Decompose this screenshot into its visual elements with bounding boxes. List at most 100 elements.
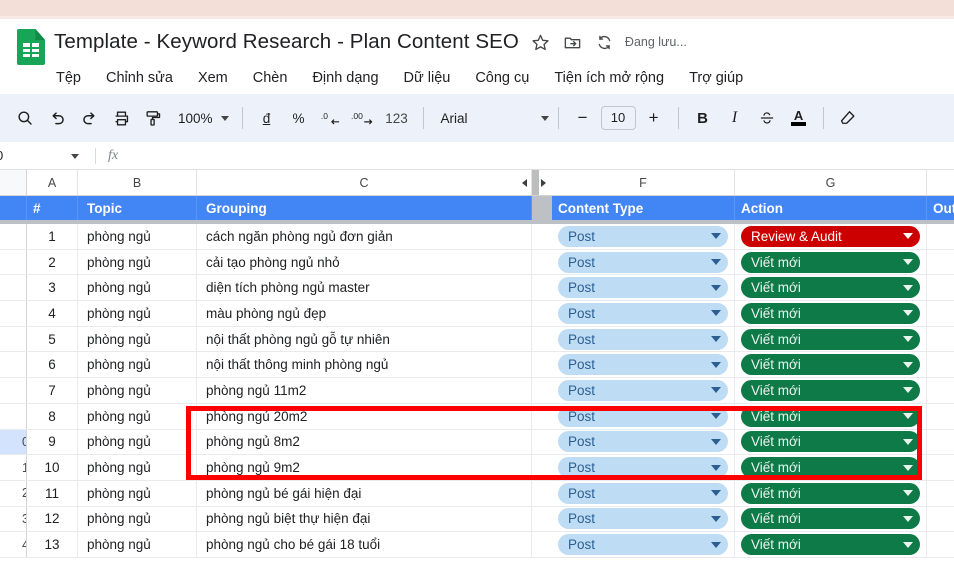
cell-content-type[interactable]: Post xyxy=(552,275,735,301)
cell-hidden-gap[interactable] xyxy=(532,429,552,455)
content-type-chip[interactable]: Post xyxy=(558,405,728,427)
chevron-down-icon[interactable] xyxy=(903,464,913,471)
cell-outline[interactable] xyxy=(927,506,954,532)
chevron-down-icon[interactable] xyxy=(903,541,913,548)
cell-hidden-gap[interactable] xyxy=(532,249,552,275)
increase-decimal-button[interactable]: .00 xyxy=(348,103,378,133)
cell-topic[interactable]: phòng ngủ xyxy=(78,480,197,506)
cell-action[interactable]: Viết mới xyxy=(735,403,927,429)
percent-format-button[interactable]: % xyxy=(284,103,314,133)
cell-topic[interactable]: phòng ngủ xyxy=(78,224,197,249)
cell-topic[interactable]: phòng ngủ xyxy=(78,352,197,378)
cell-action[interactable]: Viết mới xyxy=(735,429,927,455)
cell-content-type[interactable]: Post xyxy=(552,249,735,275)
content-type-chip[interactable]: Post xyxy=(558,302,728,324)
chevron-down-icon[interactable] xyxy=(903,310,913,317)
menu-item-data[interactable]: Dữ liệu xyxy=(402,68,453,88)
chevron-down-icon[interactable] xyxy=(903,515,913,522)
font-family-selector[interactable]: Arial xyxy=(433,111,549,126)
cell-outline[interactable] xyxy=(927,403,954,429)
menu-item-format[interactable]: Định dạng xyxy=(310,68,380,88)
cell-outline[interactable] xyxy=(927,352,954,378)
star-icon[interactable] xyxy=(531,32,551,52)
chevron-down-icon[interactable] xyxy=(711,259,721,266)
increase-font-size-button[interactable]: + xyxy=(639,103,669,133)
cell-outline[interactable] xyxy=(927,480,954,506)
cell-action[interactable]: Viết mới xyxy=(735,301,927,326)
table-row[interactable]: 7 phòng ngủ phòng ngủ 11m2 Post Viết mới xyxy=(0,378,954,404)
cell-action[interactable]: Viết mới xyxy=(735,532,927,557)
zoom-selector[interactable]: 100% xyxy=(170,111,233,126)
cell-hidden-gap[interactable] xyxy=(532,275,552,301)
chevron-down-icon[interactable] xyxy=(903,438,913,445)
chevron-down-icon[interactable] xyxy=(711,284,721,291)
content-type-chip[interactable]: Post xyxy=(558,482,728,504)
cell-hidden-gap[interactable] xyxy=(532,326,552,352)
row-gutter[interactable] xyxy=(0,249,27,275)
table-row[interactable]: 8 phòng ngủ phòng ngủ 20m2 Post Viết mới xyxy=(0,403,954,430)
row-gutter[interactable]: 4 xyxy=(0,532,27,557)
cell-topic[interactable]: phòng ngủ xyxy=(78,378,197,403)
cell-hidden-gap[interactable] xyxy=(532,506,552,532)
number-format-button[interactable]: 123 xyxy=(380,103,414,133)
column-header-a[interactable]: A xyxy=(27,170,78,195)
name-box[interactable]: 0 xyxy=(0,142,95,169)
action-chip[interactable]: Viết mới xyxy=(741,302,920,324)
cell-grouping[interactable]: phòng ngủ biệt thự hiện đại xyxy=(197,506,532,532)
cell-hidden-gap[interactable] xyxy=(532,455,552,480)
cell-number[interactable]: 9 xyxy=(27,429,78,455)
cell-topic[interactable]: phòng ngủ xyxy=(78,275,197,301)
cell-topic[interactable]: phòng ngủ xyxy=(78,429,197,455)
paint-format-icon[interactable] xyxy=(138,103,168,133)
cell-hidden-gap[interactable] xyxy=(532,403,552,429)
content-type-chip[interactable]: Post xyxy=(558,277,728,299)
table-row[interactable]: 2 phòng ngủ cải tạo phòng ngủ nhỏ Post Viết … xyxy=(0,249,954,276)
chevron-down-icon[interactable] xyxy=(711,310,721,317)
column-header-g[interactable]: G xyxy=(735,170,927,195)
row-gutter[interactable] xyxy=(0,378,27,403)
cell-grouping[interactable]: phòng ngủ 8m2 xyxy=(197,429,532,455)
cell-topic[interactable]: phòng ngủ xyxy=(78,455,197,480)
cell-outline[interactable] xyxy=(927,249,954,275)
formula-input[interactable] xyxy=(130,142,954,169)
action-chip[interactable]: Viết mới xyxy=(741,534,920,556)
hidden-columns-right-indicator[interactable] xyxy=(539,170,552,195)
cell-outline[interactable] xyxy=(927,455,954,480)
menu-item-extensions[interactable]: Tiện ích mở rộng xyxy=(552,68,666,88)
chevron-down-icon[interactable] xyxy=(711,490,721,497)
document-title[interactable]: Template - Keyword Research - Plan Conte… xyxy=(54,30,519,54)
action-chip[interactable]: Viết mới xyxy=(741,354,920,376)
row-gutter[interactable]: 2 xyxy=(0,480,27,506)
cell-content-type[interactable]: Post xyxy=(552,326,735,352)
cell-topic[interactable]: phòng ngủ xyxy=(78,506,197,532)
table-row[interactable]: 413phòng ngủphòng ngủ cho bé gái 18 tuổi… xyxy=(0,532,954,558)
content-type-chip[interactable]: Post xyxy=(558,534,728,556)
chevron-down-icon[interactable] xyxy=(711,387,721,394)
content-type-chip[interactable]: Post xyxy=(558,354,728,376)
content-type-chip[interactable]: Post xyxy=(558,379,728,401)
version-history-icon[interactable] xyxy=(595,32,615,52)
cell-topic[interactable]: phòng ngủ xyxy=(78,403,197,429)
action-chip[interactable]: Viết mới xyxy=(741,482,920,504)
cell-outline[interactable] xyxy=(927,429,954,455)
row-gutter[interactable] xyxy=(0,326,27,352)
cell-action[interactable]: Viết mới xyxy=(735,455,927,480)
table-row[interactable]: 5 phòng ngủ nội thất phòng ngủ gỗ tự nhiên… xyxy=(0,326,954,353)
cell-grouping[interactable]: phòng ngủ bé gái hiện đại xyxy=(197,480,532,506)
undo-icon[interactable] xyxy=(42,103,72,133)
decrease-font-size-button[interactable]: − xyxy=(568,103,598,133)
hidden-columns-left-icon[interactable] xyxy=(522,179,527,187)
move-to-folder-icon[interactable] xyxy=(563,32,583,52)
row-gutter[interactable]: 3 xyxy=(0,506,27,532)
table-row[interactable]: 4 phòng ngủ màu phòng ngủ đẹp Post Viết mới xyxy=(0,301,954,327)
cell-content-type[interactable]: Post xyxy=(552,378,735,403)
content-type-chip[interactable]: Post xyxy=(558,457,728,479)
content-type-chip[interactable]: Post xyxy=(558,251,728,273)
table-row[interactable]: 110phòng ngủphòng ngủ 9m2 Post Viết mới xyxy=(0,455,954,481)
cell-content-type[interactable]: Post xyxy=(552,455,735,480)
decrease-decimal-button[interactable]: .0 xyxy=(316,103,346,133)
action-chip[interactable]: Viết mới xyxy=(741,277,920,299)
column-header-b[interactable]: B xyxy=(78,170,197,195)
action-chip[interactable]: Viết mới xyxy=(741,508,920,530)
cell-number[interactable]: 5 xyxy=(27,326,78,352)
